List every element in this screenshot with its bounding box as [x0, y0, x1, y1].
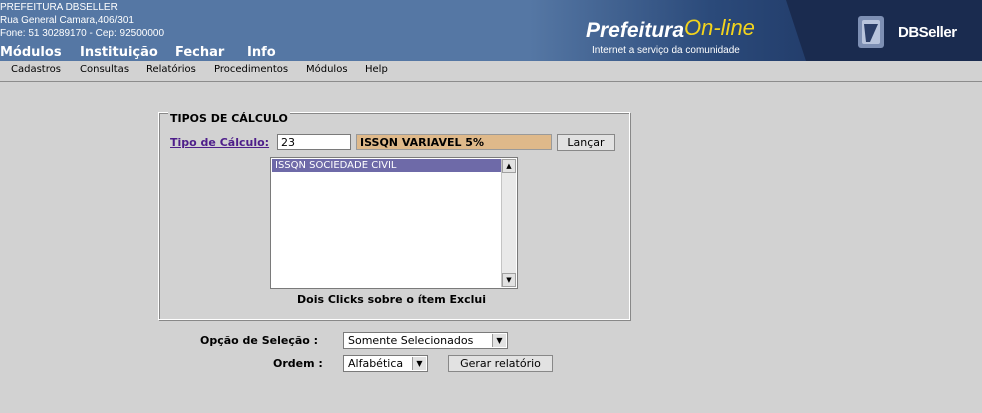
list-scrollbar[interactable]: ▲ ▼ [501, 159, 516, 287]
fieldset-legend: TIPOS DE CÁLCULO [168, 112, 290, 125]
submenu-procedimentos[interactable]: Procedimentos [214, 64, 288, 75]
top-menu-fechar[interactable]: Fechar [175, 45, 224, 60]
submenu-modulos[interactable]: Módulos [306, 64, 348, 75]
opcao-selecao-value: Somente Selecionados [348, 334, 474, 347]
submenu-cadastros[interactable]: Cadastros [11, 64, 61, 75]
list-item[interactable]: ISSQN SOCIEDADE CIVIL [272, 159, 501, 172]
submenu-bar: Cadastros Consultas Relatórios Procedime… [0, 61, 982, 82]
org-name: PREFEITURA DBSELLER [0, 2, 118, 13]
submenu-relatorios[interactable]: Relatórios [146, 64, 196, 75]
org-address: Rua General Camara,406/301 [0, 15, 134, 26]
ordem-label: Ordem : [273, 357, 323, 370]
chevron-down-icon: ▼ [412, 357, 426, 370]
opcao-selecao-select[interactable]: Somente Selecionados ▼ [343, 332, 508, 349]
logo-prefeitura: Prefeitura [586, 19, 685, 42]
submenu-help[interactable]: Help [365, 64, 388, 75]
tipo-calculo-code-input[interactable]: 23 [277, 134, 351, 150]
brand-name: DBSeller [898, 24, 957, 41]
gerar-relatorio-button[interactable]: Gerar relatório [448, 355, 553, 372]
tipo-calculo-link[interactable]: Tipo de Cálculo: [170, 136, 269, 149]
list-hint: Dois Clicks sobre o ítem Exclui [297, 293, 487, 306]
top-menu-instituicao[interactable]: Instituição [80, 45, 158, 60]
arrow-up-icon[interactable]: ▲ [502, 159, 516, 173]
tipo-calculo-description: ISSQN VARIAVEL 5% [356, 134, 552, 150]
logo-tagline: Internet a serviço da comunidade [592, 45, 740, 56]
arrow-down-icon[interactable]: ▼ [502, 273, 516, 287]
ordem-value: Alfabética [348, 357, 404, 370]
org-info: PREFEITURA DBSELLER Rua General Camara,4… [0, 1, 164, 40]
lancar-button[interactable]: Lançar [557, 134, 615, 151]
logo-online: On-line [684, 15, 755, 40]
opcao-selecao-label: Opção de Seleção : [200, 334, 319, 347]
org-phone: Fone: 51 30289170 - Cep: 92500000 [0, 28, 165, 39]
top-menu-modulos[interactable]: Módulos [0, 45, 62, 60]
app-header: PREFEITURA DBSELLER Rua General Camara,4… [0, 0, 982, 61]
submenu-consultas[interactable]: Consultas [80, 64, 129, 75]
chevron-down-icon: ▼ [492, 334, 506, 347]
selected-types-list[interactable]: ISSQN SOCIEDADE CIVIL ▲ ▼ [270, 157, 518, 289]
dbseller-logo-icon [858, 16, 884, 48]
top-menu-info[interactable]: Info [247, 45, 276, 60]
ordem-select[interactable]: Alfabética ▼ [343, 355, 428, 372]
